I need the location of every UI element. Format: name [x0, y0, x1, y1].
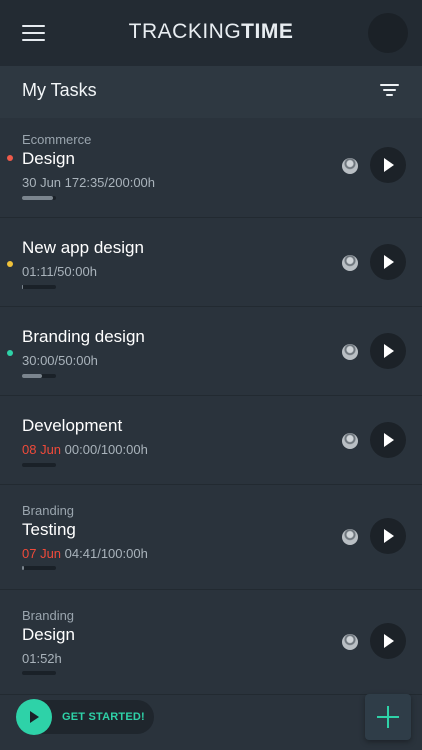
- plus-icon-stroke: [387, 706, 389, 728]
- task-time-value: 30:00/50:00h: [22, 353, 98, 368]
- task-row[interactable]: Branding design 30:00/50:00h: [0, 307, 422, 396]
- assignee-avatar-icon: [342, 255, 358, 271]
- task-progress-fill: [22, 285, 24, 289]
- play-timer-button[interactable]: [370, 244, 406, 280]
- task-progress-bar: [22, 374, 56, 378]
- task-due-date: 08 Jun: [22, 442, 62, 457]
- task-progress-fill: [22, 196, 53, 200]
- task-name: Branding design: [22, 327, 145, 346]
- assignee-avatar-icon: [342, 433, 358, 449]
- brand-logo-light: TRACKING: [128, 20, 242, 43]
- play-timer-button[interactable]: [370, 422, 406, 458]
- assignee-avatar-icon: [342, 158, 358, 174]
- task-project: Ecommerce: [22, 132, 92, 147]
- task-time-value: 01:11/50:00h: [22, 264, 97, 279]
- task-progress-bar: [22, 285, 56, 289]
- play-timer-button[interactable]: [370, 333, 406, 369]
- section-header: My Tasks: [0, 66, 422, 118]
- user-avatar[interactable]: [368, 13, 408, 53]
- task-time: 01:52h: [22, 651, 62, 666]
- task-row[interactable]: New app design 01:11/50:00h: [0, 218, 422, 307]
- cta-label: GET STARTED!: [62, 711, 145, 723]
- play-icon: [384, 255, 394, 269]
- play-icon: [30, 711, 39, 723]
- play-icon: [384, 158, 394, 172]
- app-screen: TRACKINGTIME My Tasks Ecommerce Design 3…: [0, 0, 422, 750]
- task-row[interactable]: Branding Testing 07 Jun 04:41/100:00h: [0, 485, 422, 590]
- play-timer-button[interactable]: [370, 623, 406, 659]
- task-time: 30:00/50:00h: [22, 353, 98, 368]
- add-task-button[interactable]: [365, 694, 411, 740]
- get-started-button[interactable]: GET STARTED!: [16, 699, 154, 735]
- play-icon: [384, 344, 394, 358]
- task-project: Branding: [22, 503, 75, 518]
- status-dot: [7, 261, 13, 267]
- page-title: My Tasks: [22, 80, 97, 100]
- task-row[interactable]: Branding Design 01:52h: [0, 590, 422, 695]
- task-row[interactable]: Development 08 Jun 00:00/100:00h: [0, 396, 422, 485]
- task-time-value: 00:00/100:00h: [64, 442, 148, 457]
- task-time: 08 Jun 00:00/100:00h: [22, 442, 148, 457]
- task-progress-fill: [22, 374, 43, 378]
- task-time-value: 04:41/100:00h: [64, 546, 148, 561]
- task-row[interactable]: Ecommerce Design 30 Jun 172:35/200:00h: [0, 118, 422, 218]
- task-name: Design: [22, 625, 75, 644]
- task-name: Development: [22, 416, 123, 435]
- task-time: 07 Jun 04:41/100:00h: [22, 546, 148, 561]
- task-list: Ecommerce Design 30 Jun 172:35/200:00h N…: [0, 118, 422, 695]
- task-name: Design: [22, 149, 75, 168]
- filter-icon[interactable]: [380, 83, 400, 99]
- assignee-avatar-icon: [342, 634, 358, 650]
- top-bar: TRACKINGTIME: [0, 0, 422, 66]
- task-project: Branding: [22, 608, 75, 623]
- task-progress-bar: [22, 196, 56, 200]
- brand-logo-bold: TIME: [241, 20, 294, 43]
- task-time-value: 01:52h: [22, 651, 62, 666]
- task-time-value: 30 Jun 172:35/200:00h: [22, 175, 156, 190]
- play-timer-button[interactable]: [370, 147, 406, 183]
- play-icon: [384, 634, 394, 648]
- brand-logo: TRACKINGTIME: [0, 20, 422, 44]
- status-dot: [7, 350, 13, 356]
- task-time: 01:11/50:00h: [22, 264, 97, 279]
- task-progress-bar: [22, 463, 56, 467]
- task-progress-bar: [22, 671, 56, 675]
- task-name: New app design: [22, 238, 144, 257]
- cta-play-circle: [16, 699, 52, 735]
- play-timer-button[interactable]: [370, 518, 406, 554]
- play-icon: [384, 433, 394, 447]
- assignee-avatar-icon: [342, 529, 358, 545]
- play-icon: [384, 529, 394, 543]
- task-progress-fill: [22, 566, 24, 570]
- task-progress-bar: [22, 566, 56, 570]
- task-name: Testing: [22, 520, 76, 539]
- task-time: 30 Jun 172:35/200:00h: [22, 175, 155, 190]
- task-due-date: 07 Jun: [22, 546, 62, 561]
- assignee-avatar-icon: [342, 344, 358, 360]
- status-dot: [7, 155, 13, 161]
